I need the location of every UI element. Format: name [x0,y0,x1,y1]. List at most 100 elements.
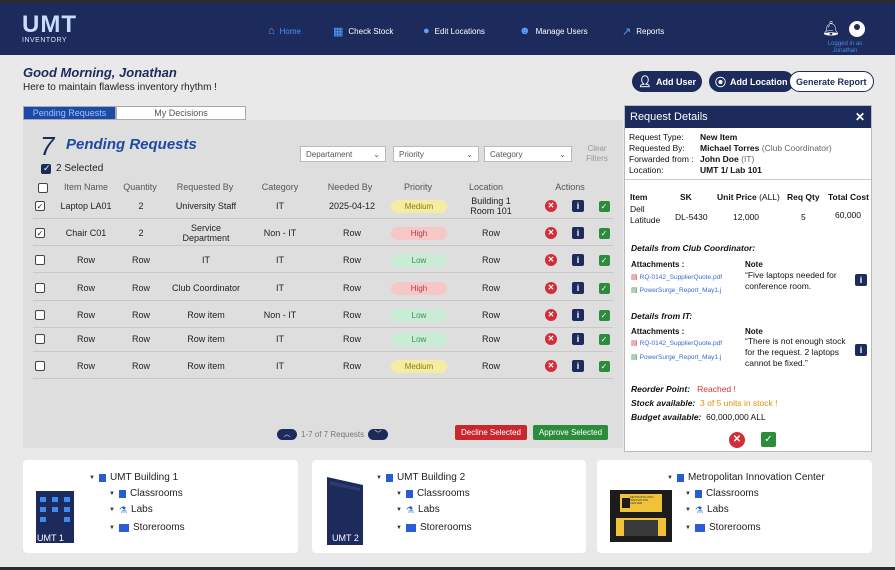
table-row[interactable]: ✓ Chair C01 2 Service Department Non - IT Row… [33,220,613,246]
nav-reports[interactable]: ↗ Reports [622,25,664,38]
add-location-button[interactable]: ⦿ Add Location [709,71,794,92]
attachment-pdf[interactable]: ▤ RQ-0142_SupplierQuote.pdf [631,272,722,283]
department-filter[interactable]: Departament ⌄ [300,146,386,162]
header-checkbox[interactable] [38,183,48,193]
tab-pending-requests[interactable]: Pending Requests [23,106,116,120]
building-card-1[interactable]: UMT 1 ▼ UMT Building 1 ▼ Classrooms ▼ ⚗ Labs… [23,460,298,553]
decline-row-button[interactable]: ✕ [545,227,557,239]
next-page-button[interactable]: ﹀ [368,429,389,440]
table-row[interactable]: Row Row Club Coordinator IT Row High Row ✕ i ✓ [33,275,613,301]
building-1-labs[interactable]: ▼ ⚗ Labs [89,502,185,518]
reorder-point: Reorder Point: Reached ! [631,384,736,395]
decline-row-button[interactable]: ✕ [545,360,557,372]
row-checkbox-box[interactable] [35,310,45,320]
info-row-button[interactable]: i [572,333,584,345]
decline-row-button[interactable]: ✕ [545,254,557,266]
table-row[interactable]: Row Row IT IT Row Low Row ✕ i ✓ [33,247,613,273]
building-2-labs[interactable]: ▼ ⚗ Labs [376,502,472,518]
info-icon[interactable]: i [855,274,867,286]
col-unit-price-label: Unit Price [717,192,757,202]
logo-subtitle: INVENTORY [22,37,68,44]
decline-request-button[interactable]: ✕ [729,432,745,448]
clear-filters-button[interactable]: Clear Filters [583,144,611,164]
info-row-button[interactable]: i [572,282,584,294]
building-1-storerooms[interactable]: ▼ Storerooms [89,520,185,536]
approve-row-button[interactable]: ✓ [598,227,610,239]
row-checkbox-box[interactable] [35,334,45,344]
info-row-button[interactable]: i [572,254,584,266]
building-3-classrooms[interactable]: ▼ Classrooms [667,486,825,502]
nav-home[interactable]: ⌂ Home [268,25,301,37]
attachment-pdf[interactable]: ▤ RQ-0142_SupplierQuote.pdf [631,338,722,349]
row-checkbox-box[interactable] [35,255,45,265]
building-3-labs[interactable]: ▼ ⚗ Labs [667,502,825,518]
attachment-image[interactable]: ▤ PowerSurge_Report_May1.j [631,285,721,296]
info-row-button[interactable]: i [572,227,584,239]
row-checkbox-box[interactable] [35,283,45,293]
approve-row-button[interactable]: ✓ [598,360,610,372]
building-2-node[interactable]: ▼ UMT Building 2 [376,470,472,486]
building-3-node[interactable]: ▼ Metropolitan Innovation Center [667,470,825,486]
col-unit-price-unit: (ALL) [759,192,780,202]
logo[interactable]: UMT INVENTORY [22,13,77,45]
info-row-button[interactable]: i [572,309,584,321]
close-icon[interactable]: ✕ [855,110,865,124]
priority-filter[interactable]: Priority ⌄ [393,146,479,162]
bell-icon[interactable]: 🔔︎ [822,20,840,37]
decline-row-button[interactable]: ✕ [545,282,557,294]
info-row-button[interactable]: i [572,200,584,212]
table-row[interactable]: Row Row Row item Non - IT Row Low Row ✕ i ✓ [33,302,613,328]
nav-manage-users[interactable]: ☻ Manage Users [519,25,588,37]
approve-selected-button[interactable]: Approve Selected [533,425,608,440]
add-user-button[interactable]: 👤︎ Add User [632,71,702,92]
building-2-storerooms[interactable]: ▼ Storerooms [376,520,472,536]
decline-row-button[interactable]: ✕ [545,309,557,321]
row-checkbox[interactable] [33,302,47,328]
approve-request-button[interactable]: ✓ [761,432,776,447]
building-card-3[interactable]: METROPOLITAN INNOVATION CENTER ▼ Metropol… [597,460,872,553]
department-filter-label: Departament [306,149,353,159]
pin-icon: ● [423,25,430,37]
table-row[interactable]: Row Row Row item IT Row Medium Row ✕ i ✓ [33,353,613,379]
decline-row-button[interactable]: ✕ [545,333,557,345]
building-card-2[interactable]: UMT 2 ▼ UMT Building 2 ▼ Classrooms ▼ ⚗ Labs… [312,460,586,553]
approve-row-button[interactable]: ✓ [598,254,610,266]
attachment-image[interactable]: ▤ PowerSurge_Report_May1.j [631,352,721,363]
approve-row-button[interactable]: ✓ [598,333,610,345]
nav-edit-locations[interactable]: ● Edit Locations [423,25,485,37]
row-checkbox[interactable] [33,353,47,379]
club-details-title: Details from Club Coordinator: [631,243,756,253]
building-1-node[interactable]: ▼ UMT Building 1 [89,470,185,486]
approve-row-button-cell: ✓ [597,326,611,352]
info-row-button[interactable]: i [572,360,584,372]
row-checkbox[interactable]: ✓ [33,220,47,246]
tab-my-decisions[interactable]: My Decisions [116,106,246,120]
category-filter[interactable]: Category ⌄ [484,146,572,162]
building-2-classrooms[interactable]: ▼ Classrooms [376,486,472,502]
approve-row-button[interactable]: ✓ [598,309,610,321]
generate-report-button[interactable]: Generate Report [789,71,874,92]
row-checkbox-box[interactable] [35,361,45,371]
decline-row-button[interactable]: ✕ [545,200,557,212]
row-checkbox-box[interactable]: ✓ [35,228,45,238]
priority-badge: Low [391,308,447,322]
nav-check-stock[interactable]: ▦ Check Stock [333,25,393,38]
row-checkbox[interactable] [33,326,47,352]
building-3-storerooms[interactable]: ▼ Storerooms [667,520,825,536]
prev-page-button[interactable]: ︿ [277,429,297,440]
row-checkbox[interactable] [33,247,47,273]
table-row[interactable]: ✓ Laptop LA01 2 University Staff IT 2025-04-1… [33,193,613,219]
building-1-classrooms[interactable]: ▼ Classrooms [89,486,185,502]
row-checkbox[interactable]: ✓ [33,193,47,219]
user-avatar-icon[interactable] [849,21,865,37]
decline-selected-button[interactable]: Decline Selected [455,425,527,440]
select-all-checkbox[interactable] [41,163,51,174]
row-checkbox-box[interactable]: ✓ [35,201,45,211]
storerooms-label: Storerooms [419,522,472,533]
info-icon[interactable]: i [855,344,867,356]
approve-row-button[interactable]: ✓ [598,282,610,294]
table-row[interactable]: Row Row Row item IT Row Low Row ✕ i ✓ [33,326,613,352]
approve-row-button[interactable]: ✓ [598,200,610,212]
row-checkbox[interactable] [33,275,47,301]
location-pin-icon: ⦿ [715,76,726,89]
